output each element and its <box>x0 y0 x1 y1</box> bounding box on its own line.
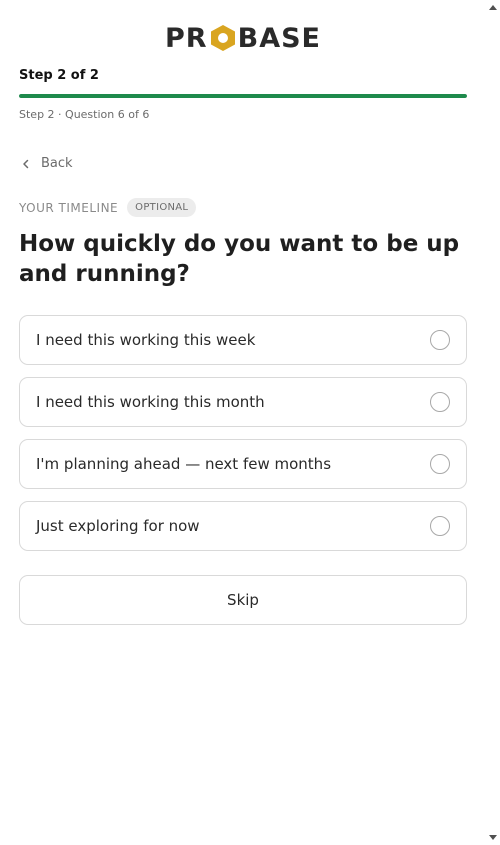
chevron-left-icon <box>23 159 29 168</box>
question-title: How quickly do you want to be up and run… <box>19 231 460 287</box>
logo-text-right: BASE <box>237 22 321 54</box>
option-this-week[interactable]: I need this working this week <box>19 315 467 365</box>
option-next-few-months[interactable]: I'm planning ahead — next few months <box>19 439 467 489</box>
eyebrow-label: YOUR TIMELINE <box>19 200 119 215</box>
brand-logo: PR BASE <box>19 0 467 76</box>
skip-button[interactable]: Skip <box>19 575 467 625</box>
progress-bar-fill <box>19 94 467 98</box>
back-button[interactable]: Back <box>19 156 73 171</box>
option-label: Just exploring for now <box>36 517 200 535</box>
option-label: I'm planning ahead — next few months <box>36 455 332 473</box>
option-just-exploring[interactable]: Just exploring for now <box>19 501 467 551</box>
onboarding-content: PR BASE Step 2 of 2 Step 2 · Question 6 … <box>19 0 467 625</box>
logo-wordmark: PR BASE <box>165 23 321 54</box>
option-label: I need this working this month <box>36 393 265 411</box>
logo-text-left: PR <box>165 22 208 54</box>
hexagon-logo-icon <box>210 24 236 52</box>
optional-badge: OPTIONAL <box>127 198 197 217</box>
radio-button[interactable] <box>430 392 450 412</box>
progress-bar <box>19 94 467 98</box>
radio-button[interactable] <box>430 454 450 474</box>
radio-button[interactable] <box>430 516 450 536</box>
option-label: I need this working this week <box>36 331 256 349</box>
option-this-month[interactable]: I need this working this month <box>19 377 467 427</box>
vertical-scrollbar[interactable] <box>486 0 500 845</box>
answer-options: I need this working this week I need thi… <box>19 315 467 563</box>
scroll-up-arrow-icon[interactable] <box>489 5 497 10</box>
question-eyebrow: YOUR TIMELINE OPTIONAL <box>19 198 197 217</box>
back-label: Back <box>41 156 73 171</box>
step-title: Step 2 of 2 <box>19 68 99 83</box>
radio-button[interactable] <box>430 330 450 350</box>
page: PR BASE Step 2 of 2 Step 2 · Question 6 … <box>0 0 500 845</box>
scroll-down-arrow-icon[interactable] <box>489 835 497 840</box>
step-subtitle: Step 2 · Question 6 of 6 <box>19 108 150 121</box>
